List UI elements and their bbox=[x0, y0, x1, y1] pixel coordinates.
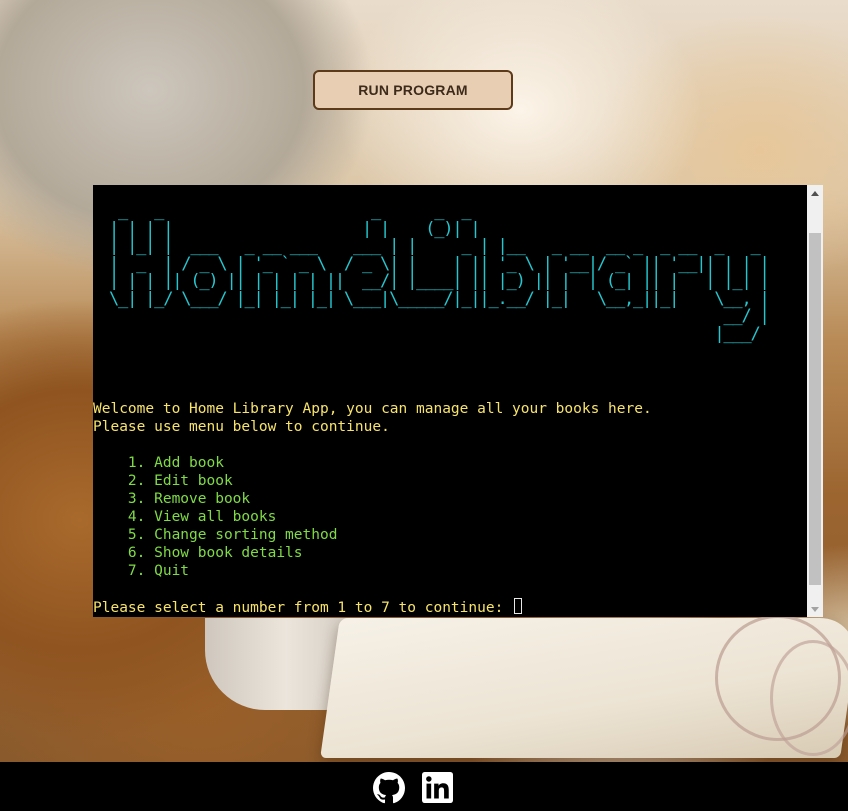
menu-item-view-all-books: 4. View all books bbox=[93, 509, 277, 525]
terminal-output[interactable]: _ _ _ _ _ | | | | | | (_)| | | |_| | ___… bbox=[93, 185, 807, 617]
run-program-button[interactable]: RUN PROGRAM bbox=[313, 70, 513, 110]
github-icon[interactable] bbox=[373, 772, 405, 804]
terminal[interactable]: _ _ _ _ _ | | | | | | (_)| | | |_| | ___… bbox=[93, 185, 823, 617]
ascii-title-line: |___/ bbox=[109, 323, 769, 344]
ascii-title: _ _ _ _ _ | | | | | | (_)| | | |_| | ___… bbox=[109, 202, 770, 344]
terminal-cursor[interactable] bbox=[514, 598, 523, 614]
footer bbox=[0, 762, 848, 811]
menu-item-show-details: 6. Show book details bbox=[93, 545, 303, 561]
welcome-text: Welcome to Home Library App, you can man… bbox=[93, 401, 652, 417]
input-prompt-text: Please select a number from 1 to 7 to co… bbox=[93, 600, 513, 616]
terminal-scrollbar[interactable] bbox=[807, 185, 823, 617]
linkedin-icon[interactable] bbox=[422, 772, 453, 803]
menu-item-change-sorting: 5. Change sorting method bbox=[93, 527, 338, 543]
menu-item-edit-book: 2. Edit book bbox=[93, 473, 233, 489]
menu-item-quit: 7. Quit bbox=[93, 563, 190, 579]
scroll-down-arrow-icon[interactable] bbox=[807, 601, 823, 617]
scroll-up-arrow-icon[interactable] bbox=[807, 185, 823, 201]
scroll-thumb[interactable] bbox=[809, 233, 821, 585]
menu-item-remove-book: 3. Remove book bbox=[93, 491, 251, 507]
glasses-lens-image bbox=[770, 640, 848, 756]
instruction-text: Please use menu below to continue. bbox=[93, 419, 390, 435]
menu-item-add-book: 1. Add book bbox=[93, 455, 224, 471]
input-prompt-line: Please select a number from 1 to 7 to co… bbox=[93, 598, 523, 617]
page: RUN PROGRAM _ _ _ _ _ | | | | | | (_)| |… bbox=[0, 0, 848, 811]
